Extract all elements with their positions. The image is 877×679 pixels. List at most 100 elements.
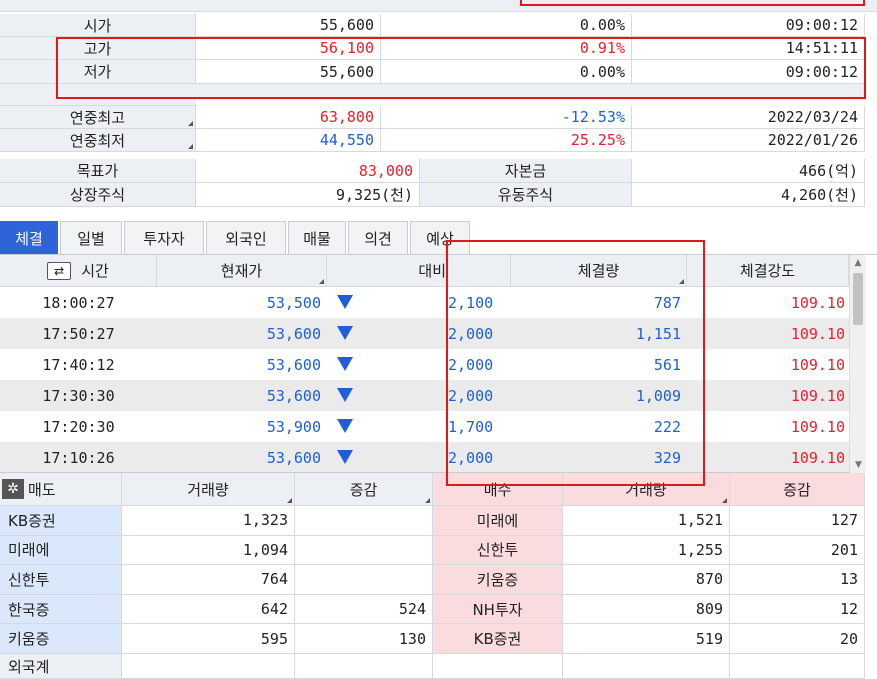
buy-broker-volume: 1,521: [563, 506, 730, 536]
buy-broker-change: 20: [730, 624, 865, 654]
trade-strength: 109.10: [790, 293, 845, 312]
price-header-label: 현재가: [220, 262, 263, 280]
price-row-price: 44,550: [196, 129, 381, 152]
trade-row: 18:00:27 53,500 2,100 787 109.10: [0, 287, 849, 318]
buy-broker-change: 12: [730, 594, 865, 625]
trade-time: 17:30:30: [42, 386, 115, 405]
change-header-label: 대비: [418, 262, 446, 280]
sell-broker-name: 한국증: [0, 594, 122, 625]
trade-volume: 1,151: [635, 324, 681, 343]
price-row-label: 연중최저: [0, 129, 196, 152]
foreign-sell-vol: [122, 654, 295, 679]
sell-broker-volume: 764: [122, 565, 295, 595]
buy-change-header[interactable]: 증감: [730, 473, 865, 506]
down-arrow-icon: [337, 388, 353, 402]
foreign-total-label: 외국계: [0, 654, 122, 679]
tab-1[interactable]: 일별: [60, 221, 122, 255]
tab-6[interactable]: 예상: [410, 221, 470, 255]
info-value-2: 466(억): [632, 159, 865, 183]
trade-volume: 1,009: [635, 386, 681, 405]
price-spacer-cover: [196, 100, 865, 106]
price-row-time: 09:00:12: [632, 60, 865, 84]
trade-price: 53,600: [266, 324, 321, 343]
info-value-1: 9,325(천): [196, 183, 420, 207]
strength-column-header[interactable]: 체결강도: [687, 255, 849, 287]
trade-strength: 109.10: [790, 417, 845, 436]
sell-broker-name: 미래에: [0, 535, 122, 566]
refresh-icon[interactable]: ⇄: [47, 261, 72, 280]
price-column-header[interactable]: 현재가: [157, 255, 327, 287]
buy-header-label: 매수: [483, 480, 512, 499]
tab-3[interactable]: 외국인: [206, 221, 286, 255]
foreign-buy-name: [433, 654, 563, 679]
price-row-price: 55,600: [196, 14, 381, 37]
refresh-header-cell[interactable]: ⇄ 시간: [0, 255, 157, 287]
buy-chg-label: 증감: [783, 480, 811, 499]
sell-chg-label: 증감: [349, 480, 378, 499]
price-row-label: 연중최고: [0, 106, 196, 129]
volume-column-header[interactable]: 체결량: [511, 255, 687, 287]
trade-strength: 109.10: [790, 324, 845, 343]
buy-broker-name: 미래에: [433, 506, 563, 536]
sell-broker-name: 키움증: [0, 624, 122, 654]
volume-header-label: 체결량: [577, 262, 620, 280]
sell-broker-header: ✲ 매도: [0, 473, 122, 506]
buy-broker-name: KB증권: [433, 624, 563, 654]
down-arrow-icon: [337, 295, 353, 309]
trade-price: 53,900: [266, 417, 321, 436]
scroll-down-icon[interactable]: ▼: [850, 457, 867, 473]
buy-vol-label: 거래량: [625, 480, 667, 499]
price-row-price: 55,600: [196, 60, 381, 84]
info-label-1: 상장주식: [0, 183, 196, 207]
info-value-1: 83,000: [196, 159, 420, 183]
buy-broker-name: 키움증: [433, 565, 563, 595]
buy-broker-volume: 1,255: [563, 535, 730, 566]
scroll-thumb[interactable]: [853, 273, 863, 325]
price-row-label: 저가: [0, 60, 196, 84]
tab-0[interactable]: 체결: [0, 221, 58, 255]
trade-scrollbar[interactable]: ▲ ▼: [849, 255, 866, 473]
sell-broker-name: KB증권: [0, 506, 122, 536]
trade-volume: 561: [653, 355, 681, 374]
cutoff-row: [0, 0, 877, 12]
sell-broker-volume: 595: [122, 624, 295, 654]
sell-change-header[interactable]: 증감: [295, 473, 433, 506]
trade-price: 53,600: [266, 355, 321, 374]
change-column-header[interactable]: 대비: [327, 255, 511, 287]
trade-time: 17:20:30: [42, 417, 115, 436]
trade-row: 17:50:27 53,600 2,000 1,151 109.10: [0, 318, 849, 349]
scroll-up-icon[interactable]: ▲: [850, 255, 866, 271]
price-row-label: 시가: [0, 14, 196, 37]
buy-volume-header[interactable]: 거래량: [563, 473, 730, 506]
foreign-buy-chg: [730, 654, 865, 679]
price-row-time: 09:00:12: [632, 14, 865, 37]
trade-time: 17:50:27: [42, 324, 115, 343]
tab-4[interactable]: 매물: [288, 221, 346, 255]
sell-broker-volume: 1,094: [122, 535, 295, 566]
buy-broker-name: NH투자: [433, 594, 563, 625]
down-arrow-icon: [337, 357, 353, 371]
tab-5[interactable]: 의견: [348, 221, 408, 255]
info-label-2: 자본금: [420, 159, 632, 183]
buy-broker-volume: 809: [563, 594, 730, 625]
buy-broker-change: 13: [730, 565, 865, 595]
info-value-2: 4,260(천): [632, 183, 865, 207]
price-row-price: 63,800: [196, 106, 381, 129]
buy-broker-volume: 870: [563, 565, 730, 595]
price-row-percent: 25.25%: [381, 129, 632, 152]
down-arrow-icon: [337, 326, 353, 340]
price-row-label: 고가: [0, 37, 196, 60]
trade-time: 18:00:27: [42, 293, 115, 312]
trade-volume: 329: [653, 448, 681, 467]
sell-broker-change: [295, 565, 433, 595]
sell-volume-header[interactable]: 거래량: [122, 473, 295, 506]
time-column-header: 시간: [81, 262, 109, 280]
settings-gear-icon[interactable]: ✲: [2, 479, 24, 499]
sell-broker-change: [295, 506, 433, 536]
tab-2[interactable]: 투자자: [124, 221, 204, 255]
price-row-percent: 0.00%: [381, 60, 632, 84]
trade-row: 17:30:30 53,600 2,000 1,009 109.10: [0, 380, 849, 411]
trade-strength: 109.10: [790, 448, 845, 467]
trade-strength: 109.10: [790, 355, 845, 374]
trade-time: 17:10:26: [42, 448, 115, 467]
